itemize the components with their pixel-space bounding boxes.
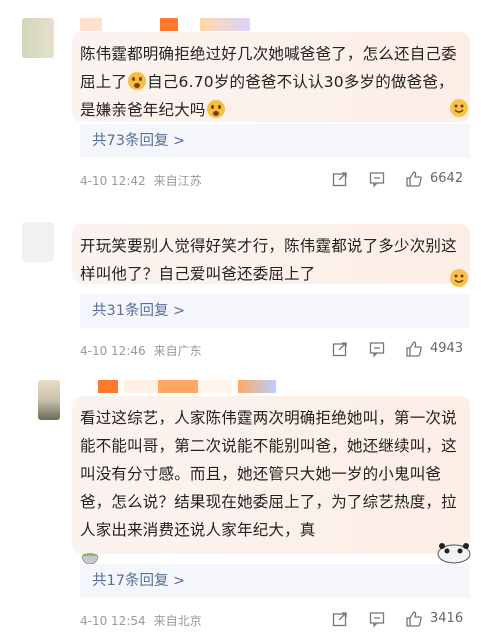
share-icon[interactable] [332,341,348,357]
username-blur[interactable] [80,18,102,31]
like-count: 6642 [430,171,464,186]
sticker-icon [437,543,471,564]
comment-text-part: 看过这综艺，人家陈伟霆两次明确拒绝她叫，第一次说能不能叫哥，第二次说能不能别叫爸… [80,409,457,539]
avatar[interactable] [22,222,54,262]
replies-label: 共17条回复 > [92,573,186,589]
comment-text: 陈伟霆都明确拒绝过好几次她喊爸爸了，怎么还自己委屈上了 自己6.70岁的爸爸不认认… [80,40,465,124]
comment-icon[interactable] [369,611,385,627]
comment-time: 4-10 12:54 [80,614,146,628]
comment-text: 看过这综艺，人家陈伟霆两次明确拒绝她叫，第一次说能不能叫哥，第二次说能不能别叫爸… [80,404,465,572]
comment-bubble: 开玩笑要别人觉得好笑才行，陈伟霆都说了多少次别这样叫他了？自己爱叫爸还委屈上了 [72,224,470,284]
username-blur [158,380,198,393]
username-blur [198,380,232,393]
comment-text-part: 开玩笑要别人觉得好笑才行，陈伟霆都说了多少次别这样叫他了？自己爱叫爸还委屈上了 [80,237,457,283]
like-count: 3416 [430,611,464,626]
comment-location: 来自江苏 [153,174,202,188]
replies-label: 共31条回复 > [92,303,186,319]
badge-icon [450,99,468,117]
comment-bubble: 看过这综艺，人家陈伟霆两次明确拒绝她叫，第一次说能不能叫哥，第二次说能不能别叫爸… [72,396,470,566]
smile-emoji-icon [128,72,147,90]
avatar[interactable] [22,18,54,58]
like-icon[interactable] [405,610,423,628]
avatar[interactable] [38,380,60,420]
username-blur[interactable] [98,380,118,393]
share-icon[interactable] [332,171,348,187]
username-blur [160,18,178,31]
share-icon[interactable] [332,611,348,627]
comment-meta: 4-10 12:42 来自江苏 [80,172,202,189]
comment-time: 4-10 12:46 [80,344,146,358]
like-count: 4943 [430,341,464,356]
replies-label: 共73条回复 > [92,133,186,149]
comment-icon[interactable] [369,341,385,357]
username-blur [238,380,276,393]
comment-location: 来自北京 [153,614,202,628]
comment-icon[interactable] [369,171,385,187]
username-blur [124,380,158,393]
username-blur [200,18,250,31]
replies-link[interactable]: 共17条回复 > [80,564,470,598]
replies-link[interactable]: 共73条回复 > [80,124,470,158]
badge-icon [450,269,468,287]
like-icon[interactable] [405,340,423,358]
comment-meta: 4-10 12:46 来自广东 [80,342,202,359]
comment-meta: 4-10 12:54 来自北京 [80,612,202,629]
comment-time: 4-10 12:42 [80,174,146,188]
replies-link[interactable]: 共31条回复 > [80,294,470,328]
like-icon[interactable] [405,170,423,188]
comment-location: 来自广东 [153,344,202,358]
comment-text: 开玩笑要别人觉得好笑才行，陈伟霆都说了多少次别这样叫他了？自己爱叫爸还委屈上了 [80,232,465,288]
smile-emoji-icon [206,100,225,118]
comment-bubble: 陈伟霆都明确拒绝过好几次她喊爸爸了，怎么还自己委屈上了 自己6.70岁的爸爸不认认… [72,32,470,122]
